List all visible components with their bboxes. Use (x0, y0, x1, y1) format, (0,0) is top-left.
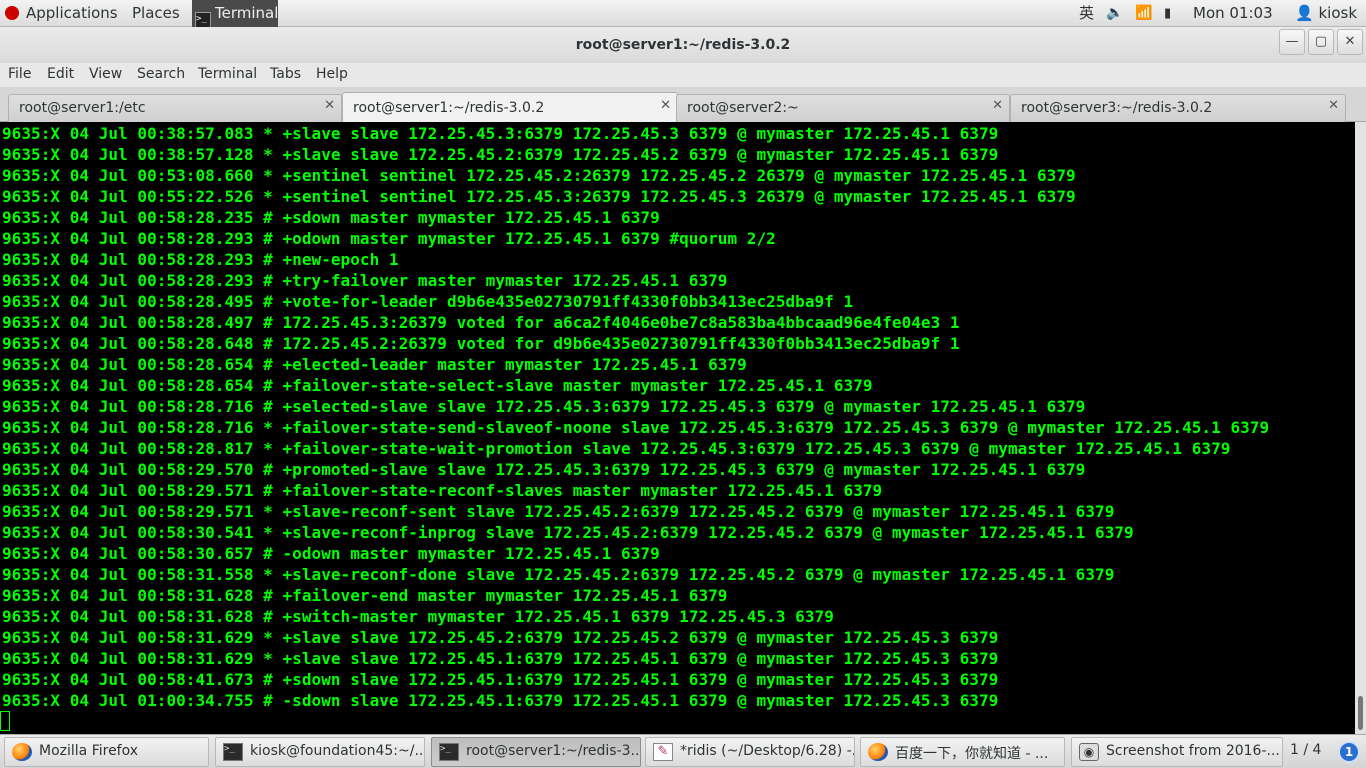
task-terminal-server1[interactable]: >_ root@server1:~/redis-3.... (431, 737, 641, 767)
menu-view[interactable]: View (89, 63, 122, 85)
log-line: 9635:X 04 Jul 00:58:28.495 # +vote-for-l… (2, 292, 854, 311)
tab-close-icon[interactable]: ✕ (1328, 98, 1339, 113)
input-method-indicator[interactable]: 英 (1079, 0, 1094, 27)
log-line: 9635:X 04 Jul 00:58:28.497 # 172.25.45.3… (2, 313, 960, 332)
log-line: 9635:X 04 Jul 00:58:31.628 # +switch-mas… (2, 607, 834, 626)
tab-label: root@server3:~/redis-3.0.2 (1021, 100, 1213, 116)
menu-bar: File Edit View Search Terminal Tabs Help (0, 63, 1366, 87)
minimize-button[interactable]: — (1279, 29, 1305, 55)
menu-search[interactable]: Search (137, 63, 185, 85)
screenshot-icon: ◉ (1079, 743, 1099, 761)
user-menu[interactable]: 👤 kiosk (1295, 0, 1357, 27)
clock[interactable]: Mon 01:03 (1193, 0, 1273, 27)
task-label: 百度一下，你就知道 - ... (895, 746, 1049, 762)
top-panel: Applications Places >_ Terminal 英 🔈 📶 ▮ M… (0, 0, 1366, 30)
log-line: 9635:X 04 Jul 01:00:34.755 # -sdown slav… (2, 691, 999, 710)
log-line: 9635:X 04 Jul 00:58:28.235 # +sdown mast… (2, 208, 660, 227)
log-line: 9635:X 04 Jul 00:58:29.570 # +promoted-s… (2, 460, 1086, 479)
menu-help[interactable]: Help (316, 63, 348, 85)
menu-edit[interactable]: Edit (47, 63, 74, 85)
log-line: 9635:X 04 Jul 00:58:28.293 # +try-failov… (2, 271, 728, 290)
tab-label: root@server2:~ (687, 100, 799, 116)
task-label: *ridis (~/Desktop/6.28) -... (680, 743, 855, 759)
maximize-icon: ▢ (1314, 34, 1328, 49)
log-line: 9635:X 04 Jul 00:58:28.293 # +odown mast… (2, 229, 776, 248)
terminal-app-menu[interactable]: >_ Terminal (192, 0, 279, 30)
task-firefox-baidu[interactable]: 百度一下，你就知道 - ... (860, 737, 1065, 767)
tab-close-icon[interactable]: ✕ (324, 98, 335, 113)
maximize-button[interactable]: ▢ (1308, 29, 1334, 55)
terminal-scrollbar[interactable] (1355, 122, 1366, 734)
user-name: kiosk (1318, 4, 1358, 22)
tab-bar: root@server1:/etc ✕ root@server1:~/redis-… (0, 87, 1366, 122)
text-editor-icon: ✎ (653, 743, 673, 761)
terminal-output[interactable]: 9635:X 04 Jul 00:38:57.083 * +slave slav… (0, 122, 1355, 734)
log-line: 9635:X 04 Jul 00:58:30.541 * +slave-reco… (2, 523, 1134, 542)
task-label: Mozilla Firefox (39, 743, 139, 759)
log-line: 9635:X 04 Jul 00:58:28.654 # +elected-le… (2, 355, 747, 374)
tab-label: root@server1:/etc (19, 100, 146, 116)
log-line: 9635:X 04 Jul 00:53:08.660 * +sentinel s… (2, 166, 1076, 185)
log-line: 9635:X 04 Jul 00:58:31.629 * +slave slav… (2, 649, 999, 668)
battery-icon[interactable]: ▮ (1164, 0, 1171, 27)
task-terminal-kiosk[interactable]: >_ kiosk@foundation45:~/... (215, 737, 425, 767)
log-line: 9635:X 04 Jul 00:58:28.293 # +new-epoch … (2, 250, 399, 269)
redhat-logo-icon (5, 6, 19, 20)
log-line: 9635:X 04 Jul 00:58:41.673 # +sdown slav… (2, 670, 999, 689)
log-line: 9635:X 04 Jul 00:55:22.526 * +sentinel s… (2, 187, 1076, 206)
text-cursor (0, 711, 10, 731)
applications-label: Applications (26, 4, 118, 22)
tab-server3-redis[interactable]: root@server3:~/redis-3.0.2 ✕ (1010, 94, 1346, 122)
task-label: Screenshot from 2016-... (1106, 743, 1280, 759)
log-line: 9635:X 04 Jul 00:58:28.654 # +failover-s… (2, 376, 873, 395)
log-line: 9635:X 04 Jul 00:58:31.628 # +failover-e… (2, 586, 728, 605)
log-line: 9635:X 04 Jul 00:58:28.817 * +failover-s… (2, 439, 1231, 458)
log-line: 9635:X 04 Jul 00:38:57.128 * +slave slav… (2, 145, 999, 164)
scrollbar-thumb[interactable] (1358, 696, 1363, 730)
task-screenshot[interactable]: ◉ Screenshot from 2016-... (1071, 737, 1283, 767)
log-line: 9635:X 04 Jul 00:58:28.716 # +selected-s… (2, 397, 1086, 416)
log-line: 9635:X 04 Jul 00:58:30.657 # -odown mast… (2, 544, 660, 563)
network-icon[interactable]: 📶 (1135, 0, 1152, 27)
task-label: kiosk@foundation45:~/... (250, 743, 425, 759)
tab-label: root@server1:~/redis-3.0.2 (353, 100, 545, 116)
tab-server1-redis[interactable]: root@server1:~/redis-3.0.2 ✕ (342, 92, 678, 122)
terminal-app-label: Terminal (215, 4, 279, 22)
tab-server1-etc[interactable]: root@server1:/etc ✕ (8, 94, 342, 122)
workspace-indicator[interactable]: 1 / 4 (1290, 742, 1321, 758)
menu-tabs[interactable]: Tabs (270, 63, 301, 85)
log-line: 9635:X 04 Jul 00:58:29.571 # +failover-s… (2, 481, 883, 500)
notification-badge[interactable]: 1 (1338, 741, 1360, 763)
tab-server2[interactable]: root@server2:~ ✕ (676, 94, 1010, 122)
firefox-icon (12, 743, 32, 761)
log-line: 9635:X 04 Jul 00:58:28.648 # 172.25.45.2… (2, 334, 960, 353)
user-icon: 👤 (1295, 4, 1314, 22)
bottom-taskbar: Mozilla Firefox >_ kiosk@foundation45:~/.… (0, 734, 1366, 768)
task-label: root@server1:~/redis-3.... (466, 743, 641, 759)
terminal-icon: >_ (439, 743, 459, 761)
minimize-icon: — (1285, 34, 1299, 49)
log-line: 9635:X 04 Jul 00:58:31.558 * +slave-reco… (2, 565, 1115, 584)
log-line: 9635:X 04 Jul 00:58:31.629 * +slave slav… (2, 628, 999, 647)
task-firefox[interactable]: Mozilla Firefox (4, 737, 209, 767)
task-text-editor[interactable]: ✎ *ridis (~/Desktop/6.28) -... (645, 737, 855, 767)
applications-menu[interactable]: Applications (5, 0, 118, 27)
close-button[interactable]: ✕ (1337, 29, 1363, 55)
menu-file[interactable]: File (8, 63, 31, 85)
terminal-icon: >_ (223, 743, 243, 761)
log-line: 9635:X 04 Jul 00:58:28.716 * +failover-s… (2, 418, 1270, 437)
window-title: root@server1:~/redis-3.0.2 (575, 37, 791, 53)
tab-close-icon[interactable]: ✕ (992, 98, 1003, 113)
log-line: 9635:X 04 Jul 00:58:29.571 * +slave-reco… (2, 502, 1115, 521)
menu-terminal[interactable]: Terminal (198, 63, 257, 85)
close-icon: ✕ (1344, 34, 1356, 49)
places-menu[interactable]: Places (132, 0, 180, 27)
volume-icon[interactable]: 🔈 (1106, 0, 1123, 27)
tab-close-icon[interactable]: ✕ (660, 98, 671, 113)
firefox-icon (868, 743, 888, 761)
log-line: 9635:X 04 Jul 00:38:57.083 * +slave slav… (2, 124, 999, 143)
window-titlebar[interactable]: root@server1:~/redis-3.0.2 — ▢ ✕ (0, 27, 1366, 63)
